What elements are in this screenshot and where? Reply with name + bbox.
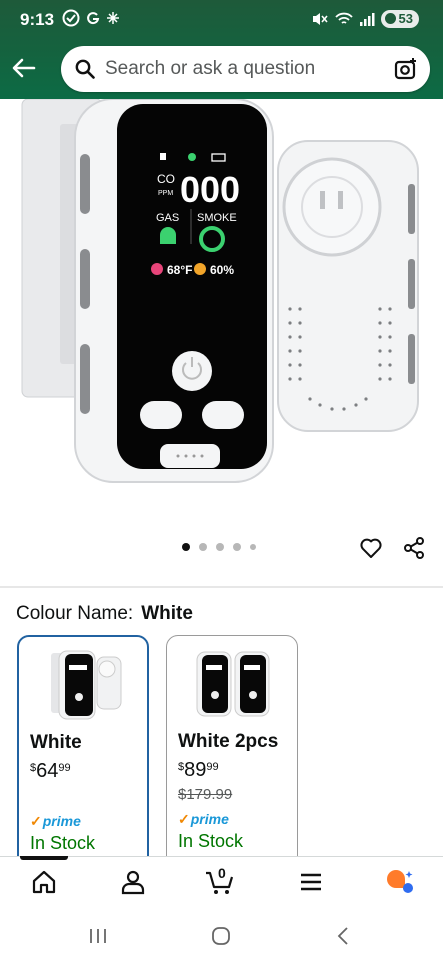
signal-icon	[359, 13, 375, 26]
variant-thumbnail	[51, 650, 122, 720]
carousel-dot[interactable]	[250, 544, 256, 550]
variant-thumbnail	[196, 651, 270, 717]
heart-icon[interactable]	[359, 536, 383, 560]
status-bar: 9:13 53	[0, 0, 443, 40]
detector-illustration: CO PPM 000 GAS SMOKE 68°F 60%	[21, 98, 419, 483]
system-navigation-bar	[0, 912, 443, 960]
system-back-icon[interactable]	[332, 924, 356, 948]
recent-apps-icon[interactable]	[86, 924, 110, 948]
product-image[interactable]: CO PPM 000 GAS SMOKE 68°F 60%	[0, 98, 443, 529]
display-ppm-label: PPM	[158, 190, 173, 197]
cart-count: 0	[218, 865, 226, 881]
sync-icon	[62, 9, 80, 27]
display-gas-label: GAS	[156, 212, 179, 224]
carousel-dot[interactable]	[216, 543, 224, 551]
status-time: 9:13	[20, 10, 55, 29]
menu-icon[interactable]	[298, 869, 324, 895]
google-icon	[87, 12, 100, 25]
carousel-dot[interactable]	[199, 543, 207, 551]
variant-name: White 2pcs	[178, 731, 279, 752]
battery-indicator: 53	[380, 10, 419, 28]
home-button-icon[interactable]	[209, 924, 233, 948]
camera-search-icon[interactable]	[394, 57, 418, 81]
home-icon[interactable]	[31, 869, 57, 895]
variant-list-price: $179.99	[178, 786, 233, 803]
search-icon	[75, 59, 95, 79]
display-humidity: 60%	[210, 263, 234, 277]
search-bar[interactable]	[61, 46, 430, 92]
gas-alarm-icon	[160, 227, 176, 244]
section-divider	[0, 586, 443, 588]
thermometer-icon	[151, 263, 163, 275]
carousel-dot[interactable]	[233, 543, 241, 551]
share-icon[interactable]	[402, 536, 426, 560]
rufus-icon[interactable]	[385, 869, 415, 895]
humidity-icon	[194, 263, 206, 275]
wifi-icon	[334, 12, 353, 24]
image-carousel-dots[interactable]	[182, 543, 256, 551]
display-co-label: CO	[157, 172, 175, 186]
home-tab-indicator	[20, 856, 68, 860]
colour-name-value: White	[141, 603, 193, 624]
stock-status: In Stock	[30, 833, 96, 853]
variant-card-white[interactable]: White $6499 ✓prime In Stock	[17, 635, 149, 875]
display-reading: 000	[180, 169, 240, 210]
display-smoke-label: SMOKE	[197, 212, 237, 224]
account-icon[interactable]	[120, 869, 146, 895]
prime-badge: ✓prime	[30, 813, 81, 829]
mute-icon	[312, 13, 328, 25]
stock-status: In Stock	[178, 831, 244, 851]
variant-name: White	[30, 732, 82, 753]
carousel-dot[interactable]	[182, 543, 190, 551]
prime-badge: ✓prime	[178, 811, 229, 827]
back-arrow-icon[interactable]	[10, 54, 38, 82]
variant-price: $6499	[30, 760, 71, 782]
bottom-navigation: 0	[0, 856, 443, 912]
colour-name-label: Colour Name:	[16, 603, 134, 624]
snowflake-icon	[107, 12, 119, 24]
search-input[interactable]	[105, 46, 385, 92]
variant-price: $8999	[178, 759, 219, 781]
variant-card-white-2pcs[interactable]: White 2pcs $8999 $179.99 ✓prime In Stock	[166, 635, 298, 875]
colour-name-row: Colour Name: White	[16, 603, 193, 625]
display-temp: 68°F	[167, 263, 192, 277]
